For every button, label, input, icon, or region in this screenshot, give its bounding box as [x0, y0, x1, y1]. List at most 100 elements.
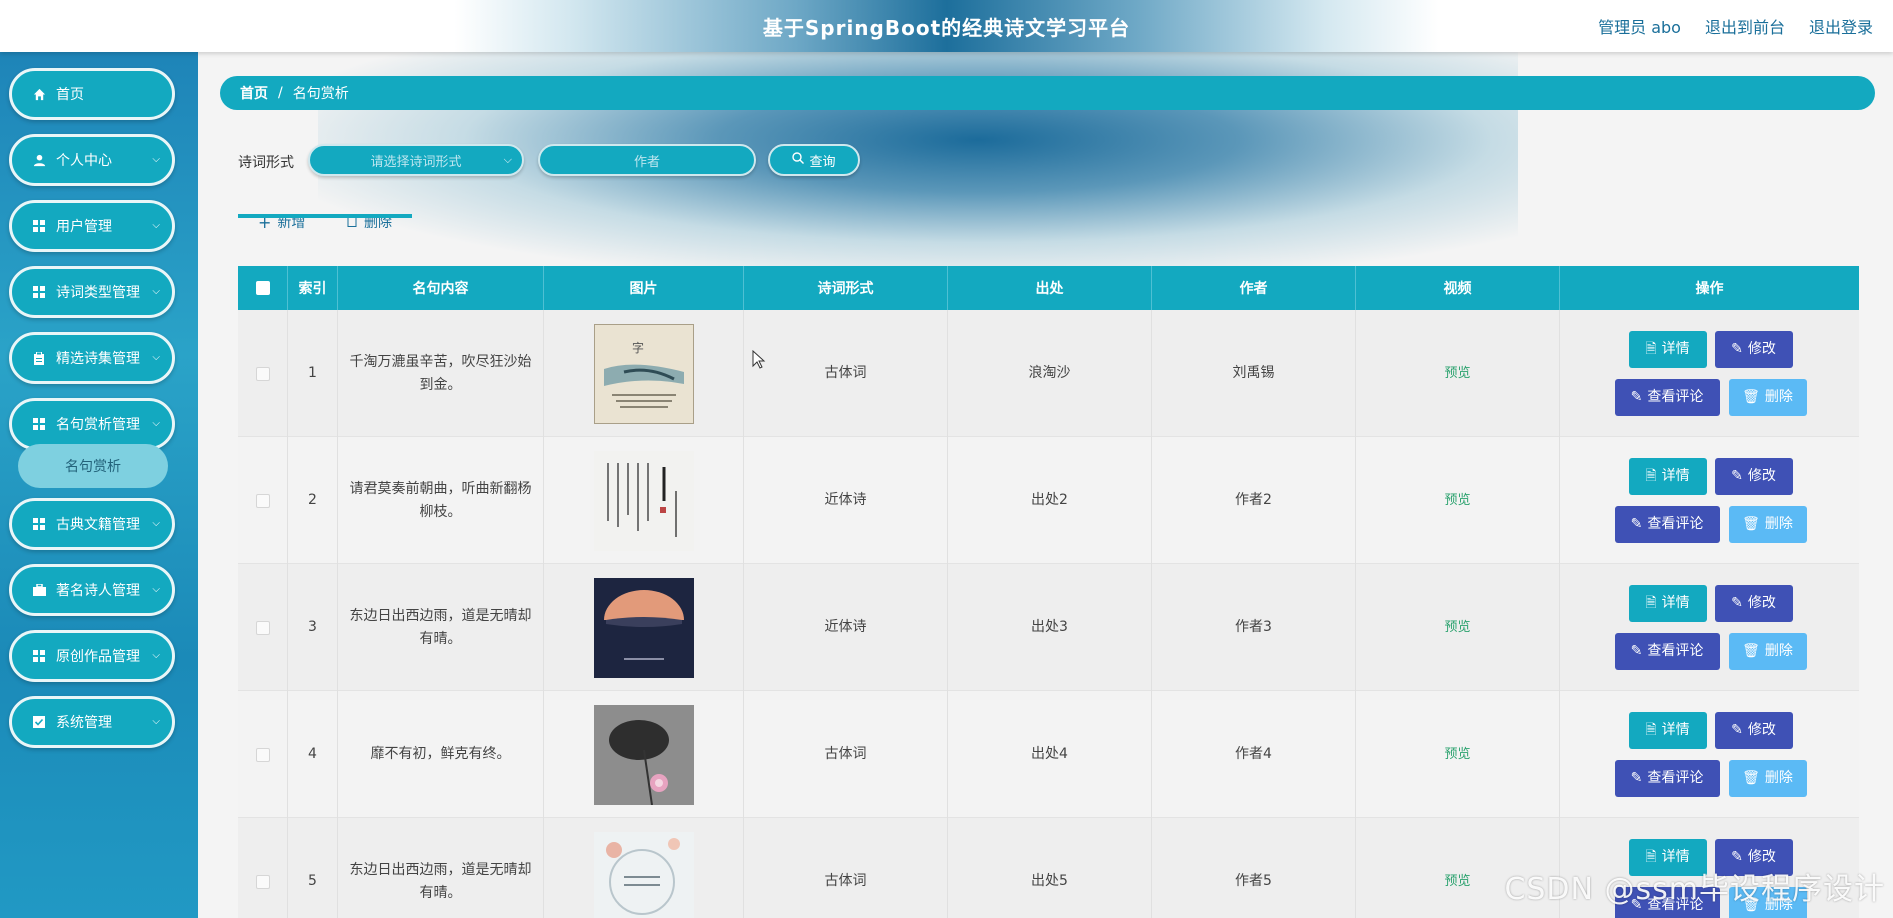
cell-author: 作者5 — [1152, 818, 1356, 918]
admin-user-link[interactable]: 管理员 abo — [1598, 14, 1681, 38]
sidebar-item-system[interactable]: 系统管理 ⌵ — [9, 696, 175, 748]
video-preview-link[interactable]: 预览 — [1444, 489, 1470, 512]
sidebar-item-classics[interactable]: 古典文籍管理 ⌵ — [9, 498, 175, 550]
poem-form-select[interactable]: 请选择诗词形式 ⌵ — [308, 144, 524, 176]
row-checkbox[interactable] — [255, 366, 270, 381]
row-select-cell — [238, 564, 288, 691]
cell-actions: 🗎 详情 ✎ 修改 ✎ 查看评论 🗑 删除 — [1560, 691, 1859, 818]
top-header: 基于SpringBoot的经典诗文学习平台 管理员 abo 退出到前台 退出登录 — [0, 0, 1893, 52]
briefcase-icon — [32, 583, 46, 597]
edit-button[interactable]: ✎ 修改 — [1714, 331, 1793, 368]
sidebar-item-label: 名句赏析管理 — [56, 417, 140, 433]
trash-icon: 🗑 — [1742, 389, 1760, 405]
delete-button[interactable]: 🗑 删除 — [1728, 379, 1807, 416]
poem-thumbnail[interactable] — [593, 704, 694, 805]
video-preview-link[interactable]: 预览 — [1444, 362, 1470, 385]
poem-thumbnail[interactable]: 字 — [593, 323, 694, 424]
pencil-icon: ✎ — [1731, 468, 1743, 484]
sidebar-item-label: 精选诗集管理 — [56, 351, 140, 367]
chevron-down-icon: ⌵ — [152, 352, 160, 363]
view-comments-button[interactable]: ✎ 查看评论 — [1614, 633, 1720, 670]
cell-form: 古体词 — [744, 691, 948, 818]
row-checkbox[interactable] — [255, 493, 270, 508]
sidebar-item-original-works[interactable]: 原创作品管理 ⌵ — [9, 630, 175, 682]
query-button[interactable]: 查询 — [768, 144, 860, 176]
edit-button[interactable]: ✎ 修改 — [1714, 458, 1793, 495]
detail-button[interactable]: 🗎 详情 — [1628, 585, 1707, 622]
header-source: 出处 — [948, 266, 1152, 310]
video-preview-link[interactable]: 预览 — [1444, 743, 1470, 766]
cell-video: 预览 — [1356, 564, 1560, 691]
poem-thumbnail[interactable] — [593, 450, 694, 551]
sidebar-item-home[interactable]: 首页 — [9, 68, 175, 120]
header-form: 诗词形式 — [744, 266, 948, 310]
sidebar-item-label: 著名诗人管理 — [56, 583, 140, 599]
video-preview-link[interactable]: 预览 — [1444, 870, 1470, 893]
header-index: 索引 — [288, 266, 338, 310]
chevron-down-icon: ⌵ — [152, 220, 160, 231]
chevron-up-icon: ⌵ — [152, 418, 160, 429]
sidebar-item-quotes[interactable]: 名句赏析管理 ⌵ — [9, 398, 175, 450]
cell-source: 出处2 — [948, 437, 1152, 564]
poem-thumbnail[interactable] — [593, 577, 694, 678]
edit-button[interactable]: ✎ 修改 — [1714, 712, 1793, 749]
front-site-link[interactable]: 退出到前台 — [1705, 14, 1785, 38]
cell-content: 靡不有初，鲜克有终。 — [338, 691, 544, 818]
edit-button[interactable]: ✎ 修改 — [1714, 585, 1793, 622]
video-preview-link[interactable]: 预览 — [1444, 616, 1470, 639]
pencil-icon: ✎ — [1731, 722, 1743, 738]
view-comments-button[interactable]: ✎ 查看评论 — [1614, 760, 1720, 797]
cell-image — [544, 437, 744, 564]
poem-thumbnail[interactable] — [593, 831, 694, 918]
grid-icon — [32, 285, 46, 299]
cell-content: 东边日出西边雨，道是无晴却有晴。 — [338, 818, 544, 918]
cell-video: 预览 — [1356, 437, 1560, 564]
search-icon — [792, 152, 805, 168]
sidebar-item-users[interactable]: 用户管理 ⌵ — [9, 200, 175, 252]
table-header: 索引 名句内容 图片 诗词形式 出处 作者 视频 操作 — [238, 266, 1859, 310]
delete-label: 删除 — [1764, 643, 1793, 659]
row-checkbox[interactable] — [255, 874, 270, 889]
checkbox-icon — [32, 715, 46, 729]
row-checkbox[interactable] — [255, 620, 270, 635]
sidebar-item-poem-types[interactable]: 诗词类型管理 ⌵ — [9, 266, 175, 318]
header-video: 视频 — [1356, 266, 1560, 310]
sidebar-item-poets[interactable]: 著名诗人管理 ⌵ — [9, 564, 175, 616]
sidebar-subitem-quote-appreciation[interactable]: 名句赏析 — [18, 444, 168, 488]
cell-content: 东边日出西边雨，道是无晴却有晴。 — [338, 564, 544, 691]
row-select-cell — [238, 310, 288, 437]
trash-icon: 🗑 — [1742, 643, 1760, 659]
delete-button[interactable]: 🗑 删除 — [1728, 760, 1807, 797]
chevron-down-icon: ⌵ — [152, 716, 160, 727]
view-comments-button[interactable]: ✎ 查看评论 — [1614, 379, 1720, 416]
table-row: 4 靡不有初，鲜克有终。 古体词 出处4 作者4 预览 🗎 详情 ✎ 修改 ✎ … — [238, 691, 1859, 818]
view-comments-button[interactable]: ✎ 查看评论 — [1614, 506, 1720, 543]
select-all-checkbox[interactable] — [255, 281, 270, 295]
cell-form: 古体词 — [744, 818, 948, 918]
select-all-cell — [238, 266, 288, 310]
chevron-down-icon: ⌵ — [152, 650, 160, 661]
delete-button[interactable]: 🗑 删除 — [1728, 633, 1807, 670]
main-content: 首页 / 名句赏析 诗词形式 请选择诗词形式 ⌵ 作者 查询 + 新增 删除 索… — [198, 52, 1893, 918]
detail-button[interactable]: 🗎 详情 — [1628, 458, 1707, 495]
clipboard-icon — [32, 351, 46, 365]
delete-label: 删除 — [1764, 770, 1793, 786]
cell-content: 请君莫奏前朝曲，听曲新翻杨柳枝。 — [338, 437, 544, 564]
delete-label: 删除 — [1764, 516, 1793, 532]
cell-index: 3 — [288, 564, 338, 691]
header-image: 图片 — [544, 266, 744, 310]
sidebar-item-collections[interactable]: 精选诗集管理 ⌵ — [9, 332, 175, 384]
row-checkbox[interactable] — [255, 747, 270, 762]
view-comments-label: 查看评论 — [1647, 389, 1704, 405]
chevron-down-icon: ⌵ — [503, 153, 512, 166]
delete-button[interactable]: 🗑 删除 — [1728, 506, 1807, 543]
detail-button[interactable]: 🗎 详情 — [1628, 331, 1707, 368]
logout-link[interactable]: 退出登录 — [1809, 14, 1873, 38]
document-icon: 🗎 — [1645, 341, 1657, 357]
breadcrumb-home[interactable]: 首页 — [240, 83, 268, 103]
detail-label: 详情 — [1661, 722, 1690, 738]
author-input[interactable]: 作者 — [538, 144, 756, 176]
sidebar-item-profile[interactable]: 个人中心 ⌵ — [9, 134, 175, 186]
detail-button[interactable]: 🗎 详情 — [1628, 712, 1707, 749]
cell-form: 古体词 — [744, 310, 948, 437]
